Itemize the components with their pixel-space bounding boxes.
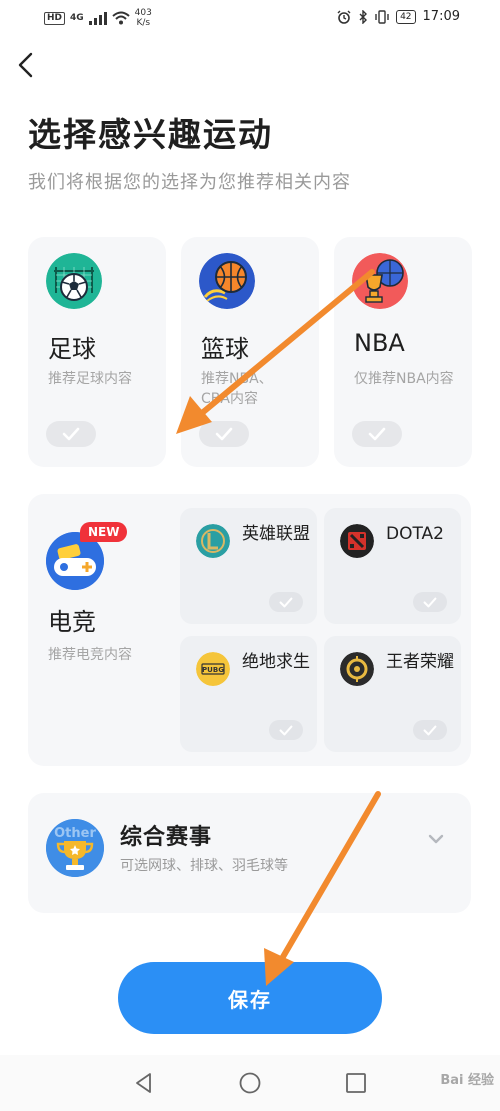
dota2-icon (340, 524, 374, 558)
lol-icon (196, 524, 230, 558)
signal-icon (88, 11, 107, 25)
alarm-icon (337, 10, 351, 24)
network-type: 4G (70, 13, 84, 23)
select-toggle[interactable] (269, 720, 303, 740)
checkmark-icon (279, 597, 293, 607)
game-card-dota2[interactable]: DOTA2 (324, 508, 461, 624)
back-button[interactable] (12, 50, 42, 80)
game-card-pubg[interactable]: PUBG 绝地求生 (180, 636, 317, 752)
page-title: 选择感兴趣运动 (28, 115, 273, 154)
combo-events-card[interactable]: Other 综合赛事 可选网球、排球、羽毛球等 (28, 793, 471, 913)
status-left: HD 4G 403 K/s (44, 8, 152, 28)
soccer-ball-icon (46, 253, 102, 309)
status-bar: HD 4G 403 K/s 42 17:09 (0, 0, 500, 36)
game-name: 英雄联盟 (242, 524, 310, 544)
nba-icon (352, 253, 408, 309)
combo-desc: 可选网球、排球、羽毛球等 (120, 858, 288, 874)
status-time: 17:09 (422, 9, 460, 24)
sport-desc: 推荐足球内容 (48, 371, 132, 387)
select-toggle[interactable] (269, 592, 303, 612)
checkmark-icon (215, 427, 233, 441)
sport-card-basketball[interactable]: 篮球 推荐NBA、CBA内容 (181, 237, 319, 467)
speed-value: 403 (134, 8, 152, 18)
pubg-icon-text: PUBG (202, 666, 224, 674)
sport-name: 篮球 (201, 335, 249, 363)
sport-name: 足球 (48, 335, 96, 363)
new-badge: NEW (80, 522, 128, 542)
page-subtitle: 我们将根据您的选择为您推荐相关内容 (28, 172, 351, 193)
pubg-icon: PUBG (196, 652, 230, 686)
sport-card-football[interactable]: 足球 推荐足球内容 (28, 237, 166, 467)
game-name: 绝地求生 (242, 652, 310, 672)
hd-badge: HD (44, 11, 66, 25)
basketball-icon (199, 253, 255, 309)
bluetooth-icon (359, 9, 368, 24)
sport-name: NBA (354, 329, 405, 357)
system-nav-bar: Bai 经验 (0, 1055, 500, 1111)
select-toggle[interactable] (413, 592, 447, 612)
game-card-lol[interactable]: 英雄联盟 (180, 508, 317, 624)
checkmark-icon (368, 427, 386, 441)
game-name: DOTA2 (386, 524, 444, 544)
sport-desc: 仅推荐NBA内容 (354, 371, 454, 387)
vibrate-icon (375, 9, 389, 24)
checkmark-icon (423, 725, 437, 735)
watermark: Bai 经验 (440, 1073, 494, 1088)
sport-desc: 推荐NBA、CBA内容 (201, 371, 273, 407)
select-toggle[interactable] (46, 421, 96, 447)
speed-unit: K/s (136, 18, 151, 28)
checkmark-icon (62, 427, 80, 441)
esports-name[interactable]: 电竞 (48, 602, 96, 637)
save-button[interactable]: 保存 (118, 962, 382, 1034)
network-speed: 403 K/s (135, 8, 152, 28)
select-toggle[interactable] (352, 421, 402, 447)
nav-back-icon[interactable] (132, 1071, 156, 1095)
game-card-honor-of-kings[interactable]: 王者荣耀 (324, 636, 461, 752)
esports-section: NEW 电竞 推荐电竞内容 英雄联盟 DOTA2 PUBG 绝地求生 王者荣耀 (28, 494, 471, 766)
status-right: 42 17:09 (337, 9, 460, 24)
checkmark-icon (423, 597, 437, 607)
nav-recents-icon[interactable] (344, 1071, 368, 1095)
combo-name: 综合赛事 (120, 825, 213, 850)
combo-icon-text: Other (54, 826, 96, 841)
battery-icon: 42 (396, 9, 416, 24)
checkmark-icon (279, 725, 293, 735)
esports-desc: 推荐电竞内容 (48, 647, 132, 663)
chevron-down-icon[interactable] (427, 833, 445, 845)
game-name: 王者荣耀 (386, 652, 454, 672)
select-toggle[interactable] (413, 720, 447, 740)
trophy-icon: Other (46, 819, 104, 877)
wifi-icon (112, 11, 130, 25)
select-toggle[interactable] (199, 421, 249, 447)
honor-of-kings-icon (340, 652, 374, 686)
nav-home-icon[interactable] (238, 1071, 262, 1095)
sport-card-nba[interactable]: NBA 仅推荐NBA内容 (334, 237, 472, 467)
